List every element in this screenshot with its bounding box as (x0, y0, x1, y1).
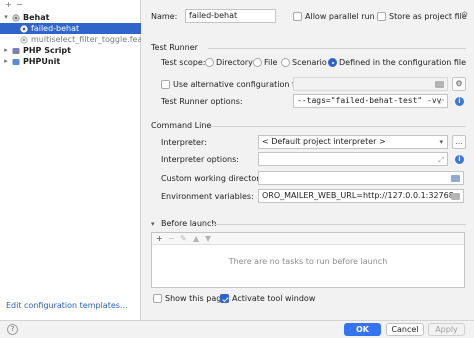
edit-variables-icon[interactable] (451, 193, 460, 200)
before-launch-task-list: + − ✎ ▲ ▼ There are no tasks to run befo… (151, 232, 465, 288)
activate-tool-window-label: Activate tool window (232, 294, 316, 303)
environment-variables-label: Environment variables: (161, 192, 254, 201)
chevron-right-icon[interactable]: ▸ (2, 45, 10, 56)
use-alternative-config-checkbox[interactable] (161, 80, 170, 89)
dialog-button-bar: ? OK Cancel Apply (0, 320, 474, 338)
interpreter-select[interactable]: < Default project interpreter > ▾ (258, 135, 448, 149)
add-icon[interactable]: + (156, 234, 163, 244)
behat-config-icon (20, 24, 28, 33)
gear-icon: ⚙ (455, 79, 463, 88)
behat-icon (12, 13, 20, 22)
scope-scenario-radio[interactable] (281, 58, 290, 67)
store-as-project-file-checkbox[interactable] (377, 12, 386, 21)
test-runner-options-input[interactable]: --tags="failed-behat-test" -vv ⤢ (293, 94, 448, 108)
remove-icon[interactable]: − (168, 234, 175, 244)
edit-configuration-templates-link[interactable]: Edit configuration templates... (6, 301, 128, 310)
show-this-page-checkbox[interactable] (153, 294, 162, 303)
store-as-project-file-label: Store as project file (389, 12, 467, 21)
tree-item-label: multiselect_filter_toggle.feature (31, 35, 141, 44)
interpreter-options-label: Interpreter options: (161, 155, 239, 164)
tree-item-php-script[interactable]: ▸ PHP Script (0, 45, 141, 56)
test-scope-label: Test scope: (161, 58, 206, 67)
allow-parallel-run-checkbox[interactable] (293, 12, 302, 21)
add-icon[interactable]: + (4, 1, 13, 9)
info-icon[interactable]: i (455, 97, 464, 106)
interpreter-options-input[interactable]: ⤢ (258, 152, 448, 166)
test-runner-options-value: --tags="failed-behat-test" -vv (297, 96, 442, 105)
name-input[interactable]: failed-behat (185, 9, 276, 23)
tree-item-label: Behat (23, 13, 50, 22)
apply-button[interactable]: Apply (428, 323, 465, 336)
tree-item-label: failed-behat (31, 24, 80, 33)
expand-icon[interactable]: ⤢ (438, 96, 444, 107)
configuration-tree-panel: + − ▾ Behat failed-behat multiselect_fil… (0, 0, 141, 320)
interpreter-label: Interpreter: (161, 138, 207, 147)
scope-scenario-label: Scenario (292, 58, 327, 67)
alternative-config-input (293, 77, 448, 91)
gear-icon[interactable]: ⚙ (461, 10, 468, 19)
tree-item-label: PHPUnit (23, 57, 61, 66)
help-button[interactable]: ? (7, 324, 18, 335)
custom-working-directory-label: Custom working directory: (161, 174, 267, 183)
tree-item-failed-behat[interactable]: failed-behat (0, 23, 141, 34)
behat-config-icon (20, 35, 28, 44)
section-divider (212, 224, 466, 225)
environment-variables-value: ORO_MAILER_WEB_URL=http://127.0.0.1:3276… (262, 191, 454, 200)
show-this-page-label: Show this page (165, 294, 227, 303)
ok-button[interactable]: OK (344, 323, 381, 336)
interpreter-value: < Default project interpreter > (262, 137, 386, 146)
config-settings-button[interactable]: ⚙ (452, 77, 466, 91)
chevron-down-icon[interactable]: ▾ (151, 220, 155, 228)
tree-toolbar: + − (0, 0, 141, 10)
cancel-button[interactable]: Cancel (386, 323, 424, 336)
remove-icon[interactable]: − (15, 1, 24, 9)
scope-file-label: File (264, 58, 278, 67)
chevron-down-icon[interactable]: ▾ (2, 12, 10, 23)
folder-icon (435, 81, 444, 88)
chevron-down-icon: ▾ (439, 138, 443, 146)
edit-icon[interactable]: ✎ (180, 234, 187, 244)
tree-item-phpunit[interactable]: ▸ PHPUnit (0, 56, 141, 67)
php-script-icon (12, 47, 20, 54)
tree-item-behat[interactable]: ▾ Behat (0, 12, 141, 23)
expand-icon[interactable]: ⤢ (438, 154, 444, 165)
scope-file-radio[interactable] (253, 58, 262, 67)
folder-icon[interactable] (451, 175, 460, 182)
empty-tasks-message: There are no tasks to run before launch (228, 257, 388, 266)
use-alternative-config-label: Use alternative configuration file: (173, 80, 307, 89)
scope-directory-radio[interactable] (205, 58, 214, 67)
name-label: Name: (151, 12, 178, 21)
test-runner-section-title: Test Runner (151, 43, 198, 52)
move-up-icon[interactable]: ▲ (193, 234, 199, 244)
environment-variables-input[interactable]: ORO_MAILER_WEB_URL=http://127.0.0.1:3276… (258, 189, 464, 203)
command-line-section-title: Command Line (151, 121, 212, 130)
activate-tool-window-checkbox[interactable] (220, 294, 229, 303)
move-down-icon[interactable]: ▼ (205, 234, 211, 244)
interpreter-browse-button[interactable]: … (452, 135, 466, 149)
section-divider (208, 126, 466, 127)
chevron-right-icon[interactable]: ▸ (2, 56, 10, 67)
custom-working-directory-input[interactable] (258, 171, 464, 185)
allow-parallel-run-label: Allow parallel run (305, 12, 375, 21)
before-launch-section-title[interactable]: Before launch (161, 219, 216, 228)
scope-directory-label: Directory (216, 58, 253, 67)
test-runner-options-label: Test Runner options: (161, 97, 243, 106)
tree-item-label: PHP Script (23, 46, 71, 55)
scope-config-file-radio[interactable] (328, 58, 337, 67)
phpunit-icon (12, 58, 20, 65)
tree-item-multiselect-feature[interactable]: multiselect_filter_toggle.feature (0, 34, 141, 45)
section-divider (208, 48, 466, 49)
scope-config-file-label: Defined in the configuration file (339, 58, 467, 67)
info-icon[interactable]: i (455, 155, 464, 164)
before-launch-toolbar: + − ✎ ▲ ▼ (152, 233, 464, 245)
